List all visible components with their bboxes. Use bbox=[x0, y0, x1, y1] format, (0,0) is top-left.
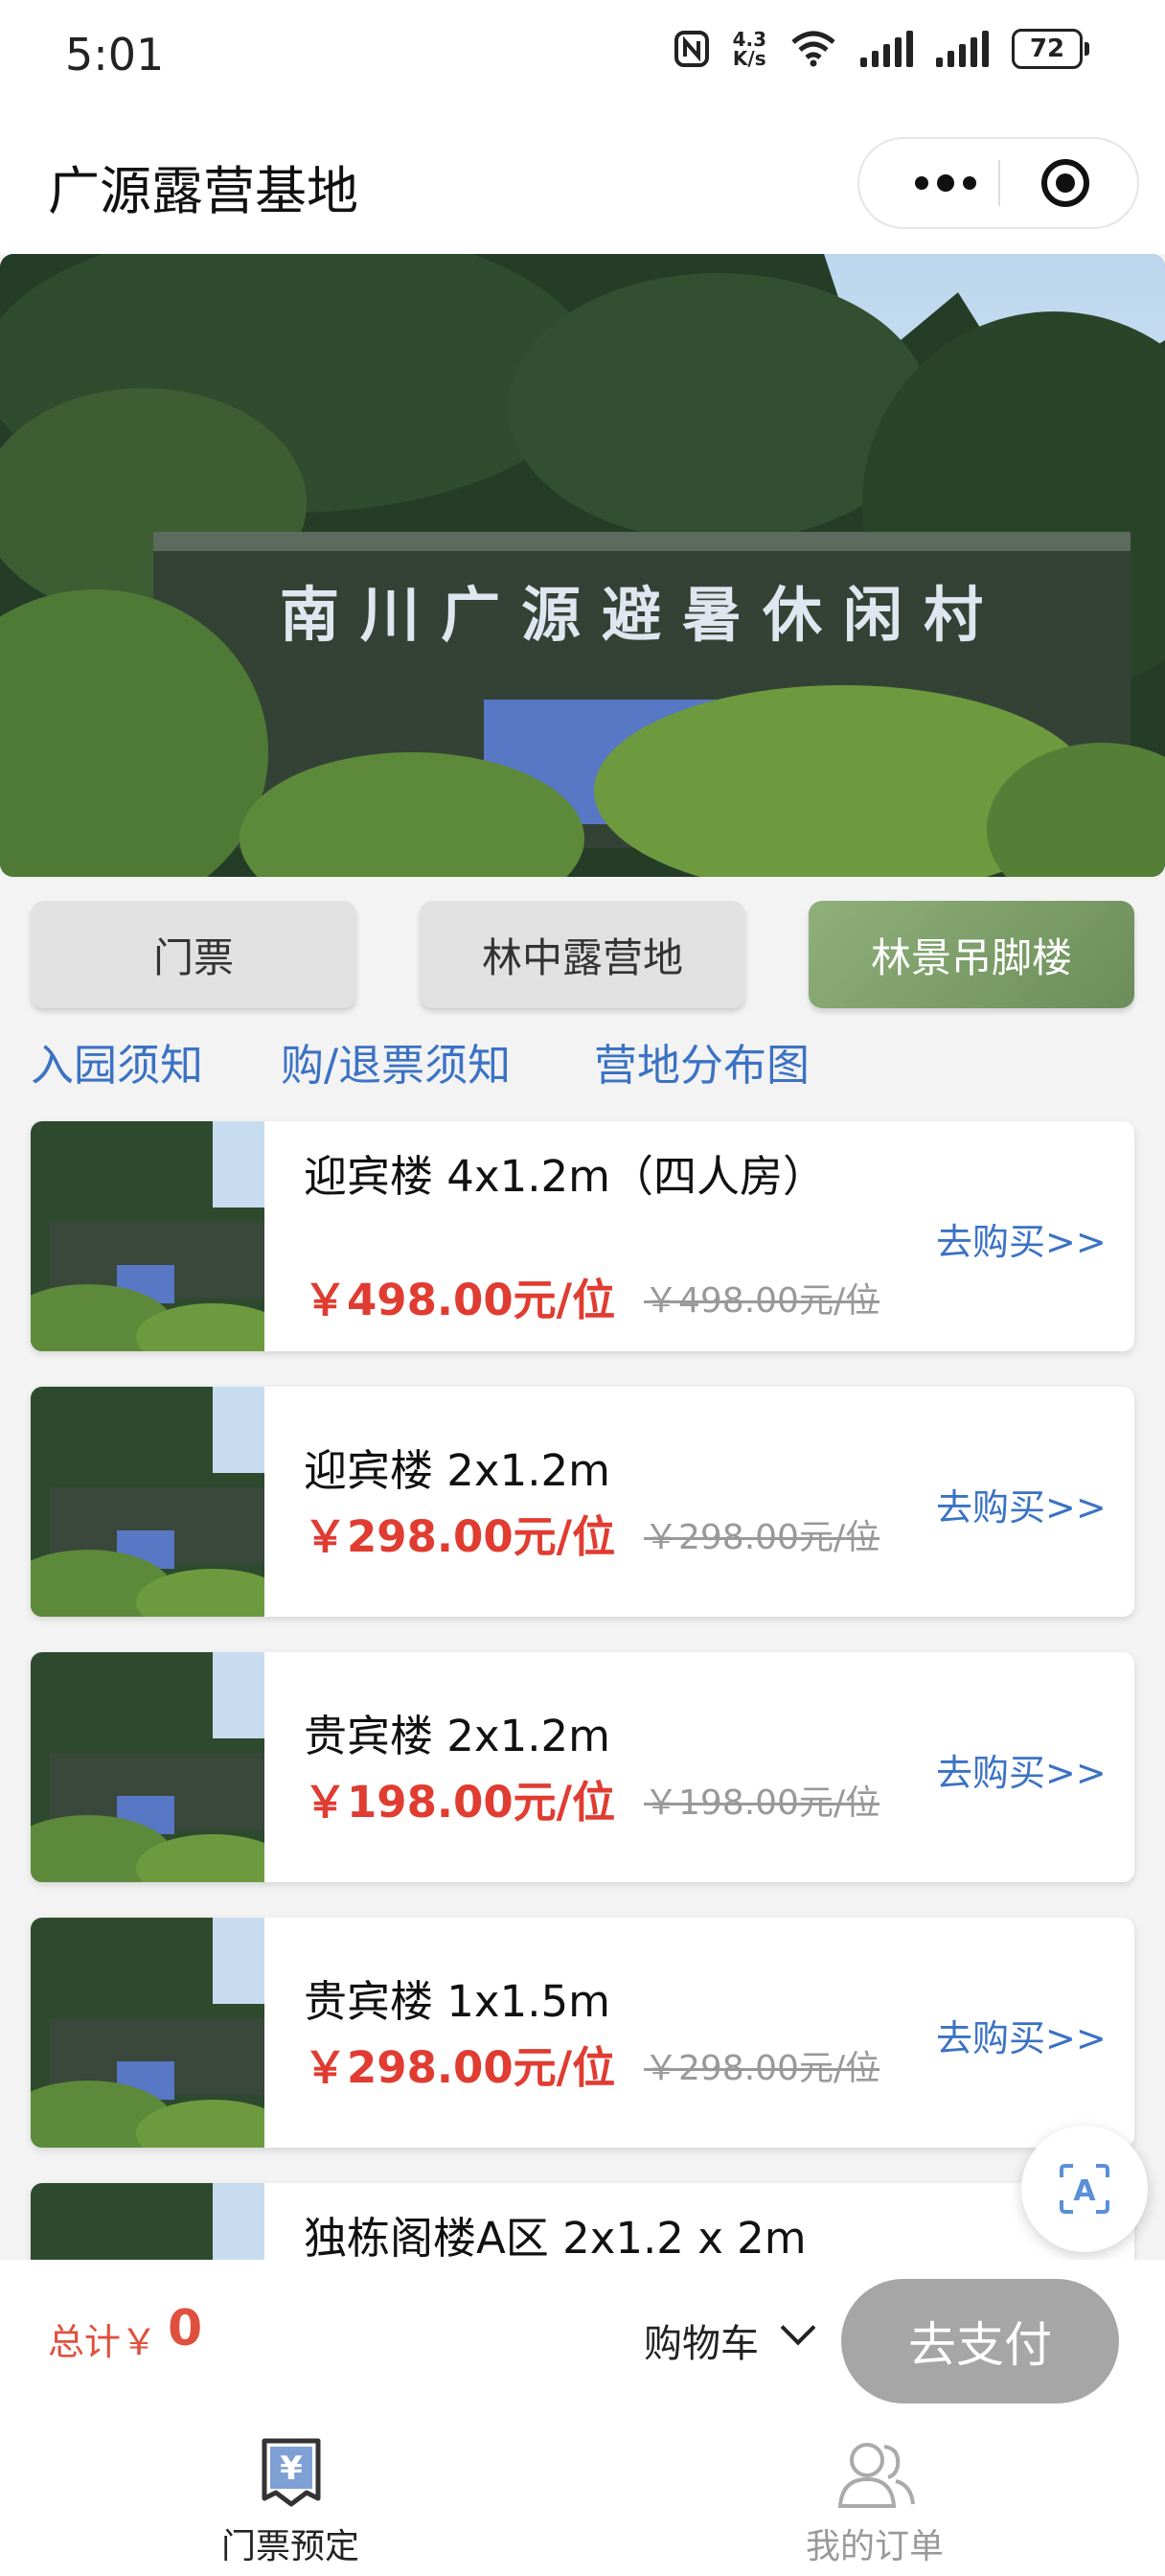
buy-link[interactable]: 去购买>> bbox=[936, 1478, 1107, 1530]
floating-translate-button[interactable]: A bbox=[1021, 2126, 1148, 2252]
ticket-yen-icon: ¥ bbox=[262, 2438, 321, 2507]
buy-link[interactable]: 去购买>> bbox=[936, 1743, 1107, 1796]
mini-program-capsule bbox=[857, 137, 1139, 229]
nav-label: 门票预定 bbox=[220, 2527, 359, 2566]
tab-tickets[interactable]: 门票 bbox=[31, 901, 356, 1008]
svg-text:¥: ¥ bbox=[280, 2450, 303, 2488]
product-original-price: ￥298.00元/位 bbox=[644, 2049, 880, 2088]
status-time: 5:01 bbox=[65, 29, 165, 80]
product-thumbnail bbox=[31, 1652, 264, 1882]
bottom-nav: ¥ 门票预定 我的订单 bbox=[0, 2418, 1165, 2576]
chevron-down-icon[interactable] bbox=[780, 2310, 816, 2346]
product-price: ￥198.00元/位 bbox=[304, 1777, 616, 1828]
title-bar: 广源露营基地 bbox=[0, 120, 1165, 254]
more-icon[interactable] bbox=[898, 139, 994, 227]
product-name: 贵宾楼 2x1.2m bbox=[304, 1711, 610, 1761]
signal-icon-2 bbox=[936, 31, 989, 67]
link-camp-map[interactable]: 营地分布图 bbox=[594, 1030, 810, 1092]
product-card[interactable]: 迎宾楼 2x1.2m ￥298.00元/位 ￥298.00元/位 去购买>> bbox=[31, 1387, 1134, 1617]
product-name: 迎宾楼 2x1.2m bbox=[304, 1445, 610, 1496]
status-bar: 5:01 4.3 K/s 72 bbox=[0, 0, 1165, 120]
network-speed: 4.3 K/s bbox=[732, 28, 766, 70]
product-thumbnail bbox=[31, 1121, 264, 1351]
nfc-icon bbox=[674, 31, 709, 67]
product-original-price: ￥198.00元/位 bbox=[644, 1783, 880, 1823]
buy-link[interactable]: 去购买>> bbox=[936, 2009, 1107, 2061]
tab-forest-camping[interactable]: 林中露营地 bbox=[420, 901, 745, 1008]
product-thumbnail bbox=[31, 1387, 264, 1617]
page-title: 广源露营基地 bbox=[48, 161, 358, 221]
close-miniprogram-icon[interactable] bbox=[1041, 159, 1089, 207]
product-name: 迎宾楼 4x1.2m（四人房） bbox=[304, 1151, 826, 1202]
text-recognition-icon: A bbox=[1060, 2164, 1109, 2214]
buy-link[interactable]: 去购买>> bbox=[936, 1212, 1107, 1265]
product-card[interactable]: 迎宾楼 4x1.2m（四人房） ￥498.00元/位 ￥498.00元/位 去购… bbox=[31, 1121, 1134, 1351]
battery-icon: 72 bbox=[1012, 29, 1089, 69]
product-original-price: ￥498.00元/位 bbox=[644, 1281, 880, 1321]
users-icon bbox=[837, 2443, 915, 2508]
product-name: 贵宾楼 1x1.5m bbox=[304, 1976, 610, 2027]
product-name: 独栋阁楼A区 2x1.2 x 2m bbox=[304, 2213, 807, 2264]
nav-ticket-booking[interactable]: ¥ 门票预定 bbox=[147, 2418, 434, 2576]
wifi-icon bbox=[791, 31, 835, 67]
tab-forest-stilt-house[interactable]: 林景吊脚楼 bbox=[809, 901, 1134, 1008]
status-icons: 4.3 K/s 72 bbox=[674, 28, 1089, 70]
cart-bar: 总计￥ 0 购物车 去支付 bbox=[0, 2260, 1165, 2418]
signal-icon bbox=[860, 31, 913, 67]
product-card[interactable]: 贵宾楼 1x1.5m ￥298.00元/位 ￥298.00元/位 去购买>> bbox=[31, 1918, 1134, 2148]
hero-banner-image: 南川广源避暑休闲村 bbox=[0, 254, 1165, 877]
product-price: ￥498.00元/位 bbox=[304, 1275, 616, 1325]
total-label: 总计￥ bbox=[48, 2321, 158, 2363]
total-value: 0 bbox=[168, 2300, 203, 2358]
product-price: ￥298.00元/位 bbox=[304, 1511, 616, 1562]
nav-label: 我的订单 bbox=[805, 2527, 944, 2566]
capsule-divider bbox=[998, 160, 1000, 206]
nav-my-orders[interactable]: 我的订单 bbox=[731, 2418, 1018, 2576]
cart-toggle[interactable]: 购物车 bbox=[644, 2312, 759, 2368]
link-refund-notice[interactable]: 购/退票须知 bbox=[281, 1030, 511, 1092]
pay-button[interactable]: 去支付 bbox=[841, 2279, 1119, 2404]
product-thumbnail bbox=[31, 1918, 264, 2148]
svg-text:A: A bbox=[1073, 2174, 1096, 2208]
hero-sign-text: 南川广源避暑休闲村 bbox=[280, 580, 1004, 650]
product-card[interactable]: 贵宾楼 2x1.2m ￥198.00元/位 ￥198.00元/位 去购买>> bbox=[31, 1652, 1134, 1882]
product-original-price: ￥298.00元/位 bbox=[644, 1518, 880, 1557]
product-price: ￥298.00元/位 bbox=[304, 2042, 616, 2093]
link-entry-notice[interactable]: 入园须知 bbox=[31, 1030, 203, 1092]
